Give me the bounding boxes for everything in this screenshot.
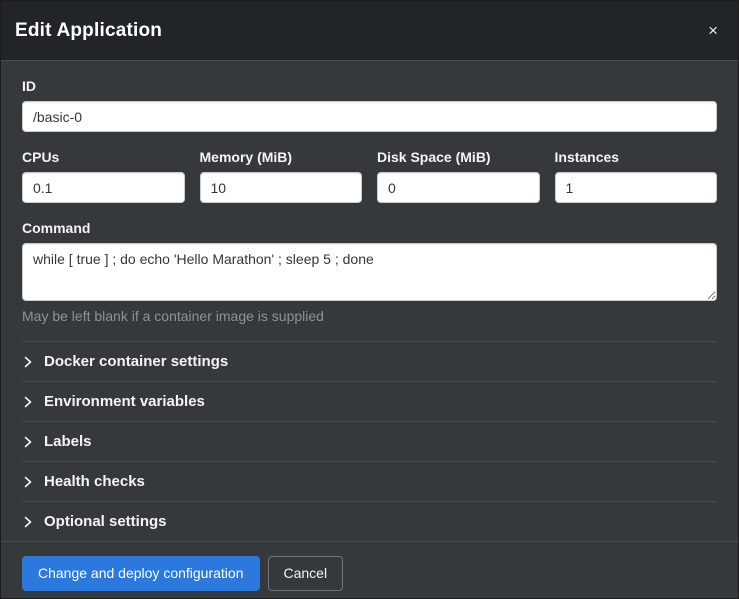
disk-input[interactable] xyxy=(377,172,540,203)
cpus-label: CPUs xyxy=(22,149,185,165)
section-title: Health checks xyxy=(44,473,145,490)
id-input[interactable] xyxy=(22,101,717,132)
id-field-group: ID xyxy=(22,78,717,132)
disk-label: Disk Space (MiB) xyxy=(377,149,540,165)
modal-title: Edit Application xyxy=(15,20,162,42)
instances-input[interactable] xyxy=(555,172,718,203)
memory-label: Memory (MiB) xyxy=(200,149,363,165)
section-health-checks[interactable]: Health checks xyxy=(22,461,717,501)
memory-input[interactable] xyxy=(200,172,363,203)
command-field-group: Command while [ true ] ; do echo 'Hello … xyxy=(22,220,717,324)
command-label: Command xyxy=(22,220,717,236)
command-textarea[interactable]: while [ true ] ; do echo 'Hello Marathon… xyxy=(22,243,717,301)
chevron-right-icon xyxy=(23,436,33,448)
section-title: Environment variables xyxy=(44,393,205,410)
resources-row: CPUs Memory (MiB) Disk Space (MiB) Insta… xyxy=(22,149,717,203)
section-labels[interactable]: Labels xyxy=(22,421,717,461)
collapsible-sections: Docker container settings Environment va… xyxy=(22,341,717,541)
chevron-right-icon xyxy=(23,516,33,528)
id-label: ID xyxy=(22,78,717,94)
command-help-text: May be left blank if a container image i… xyxy=(22,308,717,324)
section-docker-container-settings[interactable]: Docker container settings xyxy=(22,341,717,381)
disk-field-group: Disk Space (MiB) xyxy=(377,149,540,203)
section-title: Optional settings xyxy=(44,513,167,530)
cancel-button[interactable]: Cancel xyxy=(268,556,344,591)
section-optional-settings[interactable]: Optional settings xyxy=(22,501,717,541)
instances-label: Instances xyxy=(555,149,718,165)
cpus-input[interactable] xyxy=(22,172,185,203)
chevron-right-icon xyxy=(23,476,33,488)
change-and-deploy-button[interactable]: Change and deploy configuration xyxy=(22,556,260,591)
memory-field-group: Memory (MiB) xyxy=(200,149,363,203)
close-icon[interactable]: × xyxy=(704,20,722,41)
chevron-right-icon xyxy=(23,396,33,408)
edit-application-modal: Edit Application × ID CPUs Memory (MiB) … xyxy=(0,0,739,599)
instances-field-group: Instances xyxy=(555,149,718,203)
section-title: Labels xyxy=(44,433,92,450)
modal-body: ID CPUs Memory (MiB) Disk Space (MiB) In… xyxy=(1,61,738,541)
section-title: Docker container settings xyxy=(44,353,228,370)
section-environment-variables[interactable]: Environment variables xyxy=(22,381,717,421)
chevron-right-icon xyxy=(23,356,33,368)
modal-footer: Change and deploy configuration Cancel xyxy=(1,541,738,599)
cpus-field-group: CPUs xyxy=(22,149,185,203)
modal-header: Edit Application × xyxy=(1,1,738,61)
